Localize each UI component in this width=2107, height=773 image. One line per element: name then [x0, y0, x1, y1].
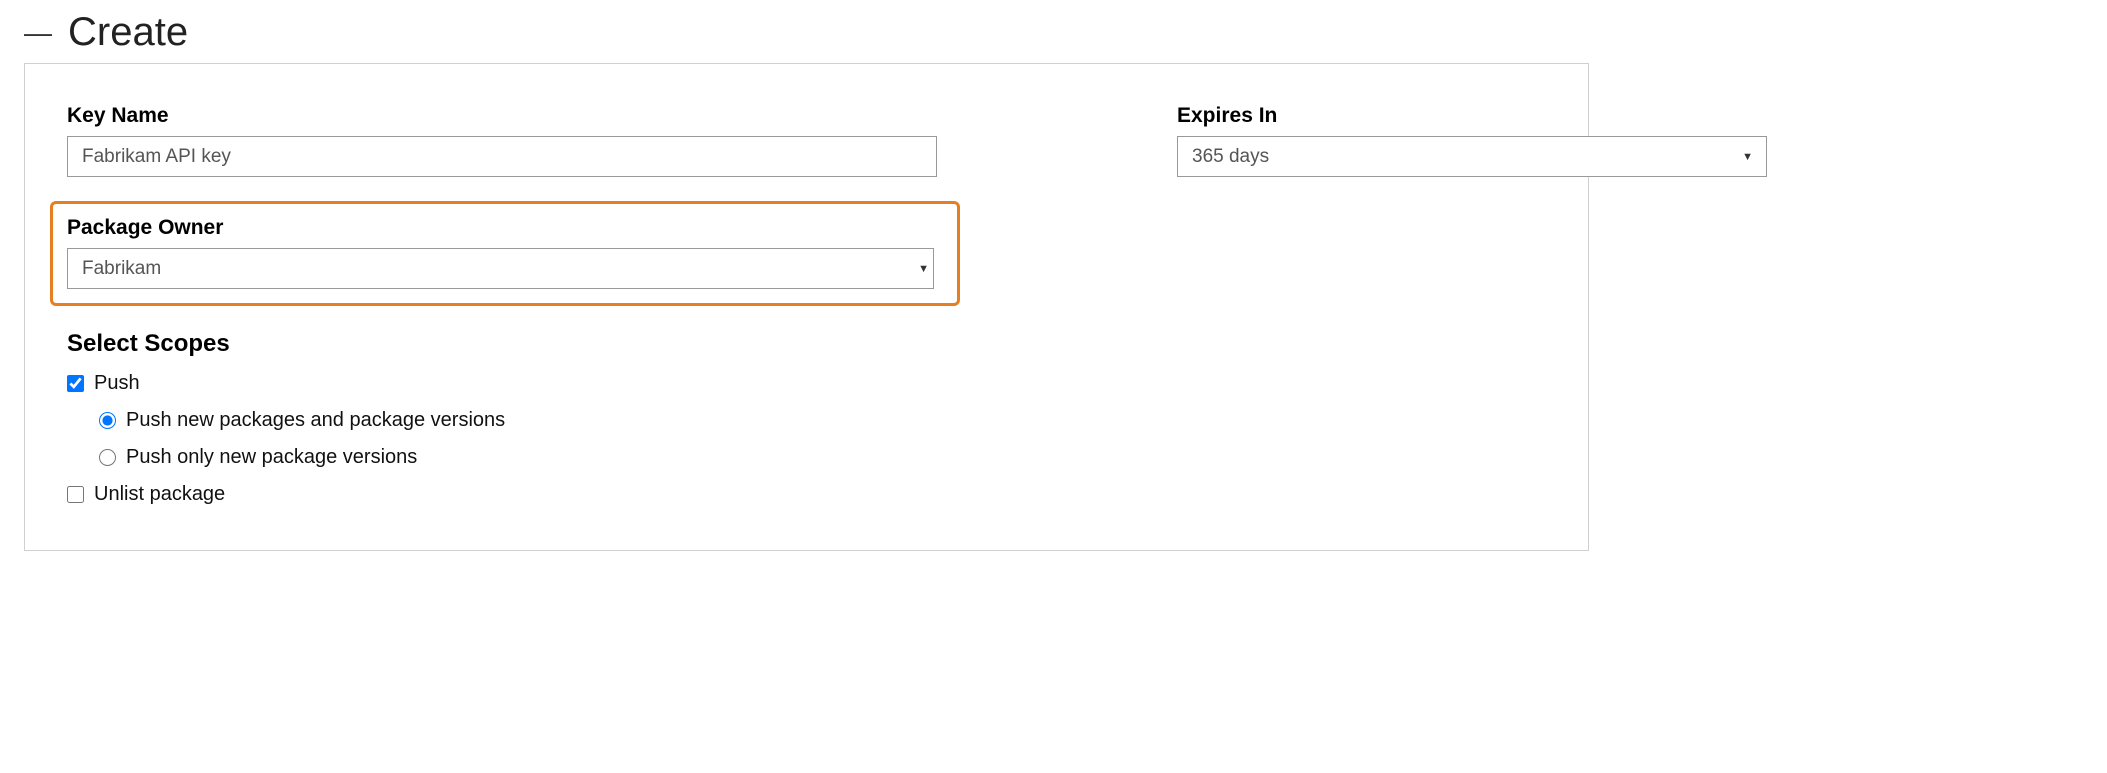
push-new-row: Push new packages and package versions: [99, 409, 1546, 432]
form-row-1: Key Name Expires In 365 days ▼: [67, 104, 1546, 177]
scope-unlist-row: Unlist package: [67, 483, 1546, 506]
package-owner-label: Package Owner: [67, 216, 943, 240]
push-checkbox[interactable]: [67, 375, 84, 392]
push-versions-radio[interactable]: [99, 449, 116, 466]
push-versions-label[interactable]: Push only new package versions: [126, 446, 417, 469]
push-subgroup: Push new packages and package versions P…: [99, 409, 1546, 469]
expires-group: Expires In 365 days ▼: [1177, 104, 1767, 177]
package-owner-select[interactable]: Fabrikam: [67, 248, 934, 289]
expires-select[interactable]: 365 days: [1177, 136, 1767, 177]
create-panel: Key Name Expires In 365 days ▼ Package O…: [24, 63, 1589, 551]
expires-label: Expires In: [1177, 104, 1767, 128]
package-owner-select-wrapper: Fabrikam ▼: [67, 248, 943, 289]
expires-select-wrapper: 365 days ▼: [1177, 136, 1767, 177]
push-label[interactable]: Push: [94, 372, 140, 395]
package-owner-group: Package Owner Fabrikam ▼: [50, 201, 960, 306]
push-new-radio[interactable]: [99, 412, 116, 429]
section-header: — Create: [24, 10, 2083, 55]
scope-push-row: Push: [67, 372, 1546, 395]
section-title: Create: [68, 10, 188, 55]
scopes-heading: Select Scopes: [67, 330, 1546, 358]
unlist-label[interactable]: Unlist package: [94, 483, 225, 506]
unlist-checkbox[interactable]: [67, 486, 84, 503]
key-name-group: Key Name: [67, 104, 937, 177]
collapse-icon[interactable]: —: [24, 19, 52, 47]
key-name-input[interactable]: [67, 136, 937, 177]
push-versions-row: Push only new package versions: [99, 446, 1546, 469]
key-name-label: Key Name: [67, 104, 937, 128]
push-new-label[interactable]: Push new packages and package versions: [126, 409, 505, 432]
